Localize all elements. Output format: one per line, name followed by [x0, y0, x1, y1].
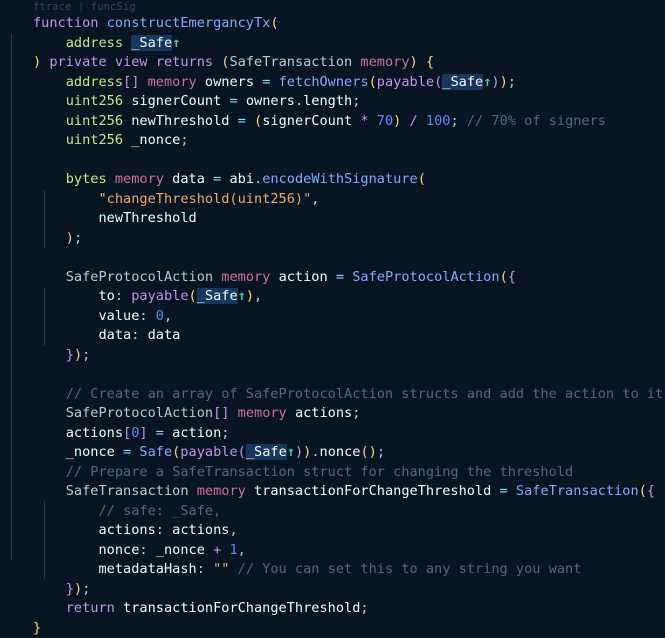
code-line[interactable]: data: data: [0, 326, 665, 346]
code-line[interactable]: uint256 newThreshold = (signerCount * 70…: [0, 112, 665, 132]
code-line[interactable]: function constructEmergancyTx(: [0, 14, 665, 34]
code-line[interactable]: address _Safe↑: [0, 34, 665, 54]
code-line[interactable]: address[] memory owners = fetchOwners(pa…: [0, 73, 665, 93]
code-line-blank[interactable]: [0, 151, 665, 171]
cursor-caret-icon: ↑: [287, 444, 295, 460]
code-line[interactable]: actions[0] = action;: [0, 424, 665, 444]
cursor-caret-icon: ↑: [172, 35, 180, 51]
code-editor[interactable]: ftrace | funcSig function constructEmerg…: [0, 0, 665, 625]
codelens-item-funcsig[interactable]: funcSig: [91, 1, 136, 13]
codelens-bar[interactable]: ftrace | funcSig: [0, 0, 665, 14]
code-line[interactable]: // safe: _Safe,: [0, 502, 665, 522]
code-line[interactable]: bytes memory data = abi.encodeWithSignat…: [0, 170, 665, 190]
code-line[interactable]: metadataHash: "" // You can set this to …: [0, 560, 665, 580]
code-line[interactable]: return transactionForChangeThreshold;: [0, 599, 665, 619]
code-line-blank[interactable]: [0, 365, 665, 385]
code-line[interactable]: SafeProtocolAction memory action = SafeP…: [0, 268, 665, 288]
code-line[interactable]: newThreshold: [0, 209, 665, 229]
codelens-separator: |: [72, 1, 91, 13]
code-line[interactable]: _nonce = Safe(payable(_Safe↑)).nonce();: [0, 443, 665, 463]
cursor-caret-icon: ↑: [238, 288, 246, 304]
code-line[interactable]: "changeThreshold(uint256)",: [0, 190, 665, 210]
code-line[interactable]: SafeProtocolAction[] memory actions;: [0, 404, 665, 424]
codelens-item-ftrace[interactable]: ftrace: [33, 1, 72, 13]
code-line[interactable]: );: [0, 229, 665, 249]
code-content[interactable]: function constructEmergancyTx( address _…: [0, 14, 665, 638]
code-line[interactable]: uint256 signerCount = owners.length;: [0, 92, 665, 112]
code-line[interactable]: ) private view returns (SafeTransaction …: [0, 53, 665, 73]
code-line-blank[interactable]: [0, 248, 665, 268]
code-line[interactable]: }: [0, 619, 665, 638]
code-line[interactable]: uint256 _nonce;: [0, 131, 665, 151]
code-line[interactable]: });: [0, 580, 665, 600]
code-line[interactable]: });: [0, 346, 665, 366]
code-line[interactable]: SafeTransaction memory transactionForCha…: [0, 482, 665, 502]
code-line[interactable]: to: payable(_Safe↑),: [0, 287, 665, 307]
code-line[interactable]: value: 0,: [0, 307, 665, 327]
code-line[interactable]: // Prepare a SafeTransaction struct for …: [0, 463, 665, 483]
code-line[interactable]: nonce: _nonce + 1,: [0, 541, 665, 561]
code-line[interactable]: actions: actions,: [0, 521, 665, 541]
code-line[interactable]: // Create an array of SafeProtocolAction…: [0, 385, 665, 405]
